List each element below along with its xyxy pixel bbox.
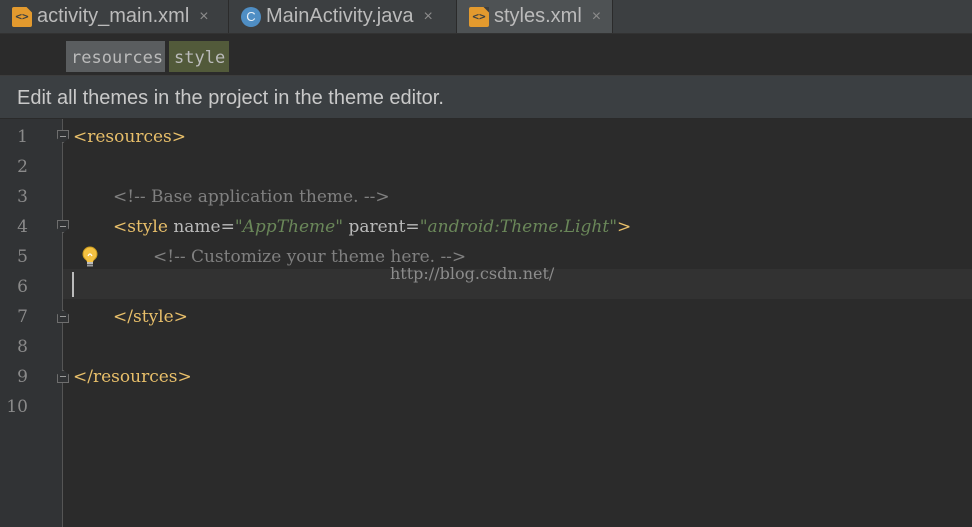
line-number: 6	[17, 277, 28, 297]
code-token-tag: </resources>	[73, 367, 192, 387]
code-line[interactable]: </resources>	[73, 362, 192, 392]
code-token-attr: parent=	[343, 217, 420, 237]
line-number: 10	[6, 397, 28, 417]
code-token-val: "AppTheme"	[234, 217, 344, 237]
code-token-tag: </style>	[113, 307, 188, 327]
xml-file-icon: <>	[12, 6, 32, 27]
tab-label: activity_main.xml	[37, 5, 190, 27]
class-icon: C	[241, 6, 261, 27]
watermark: http://blog.csdn.net/	[390, 264, 555, 283]
line-number: 4	[17, 217, 28, 237]
tab-main-activity-java[interactable]: C MainActivity.java ×	[229, 0, 457, 33]
code-editor[interactable]: 1 2 3 4 5 6 7 8 9 10 <resources> <!-- Bas…	[0, 119, 972, 527]
lightbulb-icon[interactable]	[80, 245, 100, 269]
code-token-val: "android:Theme.Light"	[419, 217, 618, 237]
code-line[interactable]: </style>	[113, 302, 188, 332]
close-icon[interactable]: ×	[199, 8, 208, 26]
text-caret	[72, 272, 74, 297]
code-line[interactable]: <style name="AppTheme" parent="android:T…	[113, 212, 631, 242]
code-line[interactable]: <resources>	[73, 122, 186, 152]
line-number: 7	[17, 307, 28, 327]
code-token-tag: >	[617, 217, 632, 237]
code-token-tag: <style	[113, 217, 174, 237]
line-number: 5	[17, 247, 28, 267]
line-number: 2	[17, 157, 28, 177]
line-number: 9	[17, 367, 28, 387]
close-icon[interactable]: ×	[423, 8, 432, 26]
line-number: 8	[17, 337, 28, 357]
breadcrumb-item-style[interactable]: style	[169, 41, 229, 72]
code-line[interactable]: <!-- Base application theme. -->	[113, 182, 390, 212]
ide-window: <> activity_main.xml × C MainActivity.ja…	[0, 0, 972, 527]
code-token-attr: name=	[173, 217, 235, 237]
editor-tab-bar: <> activity_main.xml × C MainActivity.ja…	[0, 0, 972, 34]
close-icon[interactable]: ×	[592, 8, 601, 26]
tab-label: styles.xml	[494, 5, 582, 27]
theme-editor-banner[interactable]: Edit all themes in the project in the th…	[0, 76, 972, 119]
banner-text: Edit all themes in the project in the th…	[17, 87, 444, 109]
tab-activity-main-xml[interactable]: <> activity_main.xml ×	[0, 0, 229, 33]
line-number: 3	[17, 187, 28, 207]
line-number: 1	[17, 127, 28, 147]
line-number-gutter: 1 2 3 4 5 6 7 8 9 10	[0, 119, 63, 527]
tab-styles-xml[interactable]: <> styles.xml ×	[457, 0, 613, 33]
xml-file-icon: <>	[469, 6, 489, 27]
breadcrumb-item-resources[interactable]: resources	[66, 41, 165, 72]
breadcrumb: resources style	[0, 34, 972, 76]
code-token-cmt: <!-- Base application theme. -->	[113, 187, 390, 207]
code-token-tag: <resources>	[73, 127, 187, 147]
tab-label: MainActivity.java	[266, 5, 414, 27]
